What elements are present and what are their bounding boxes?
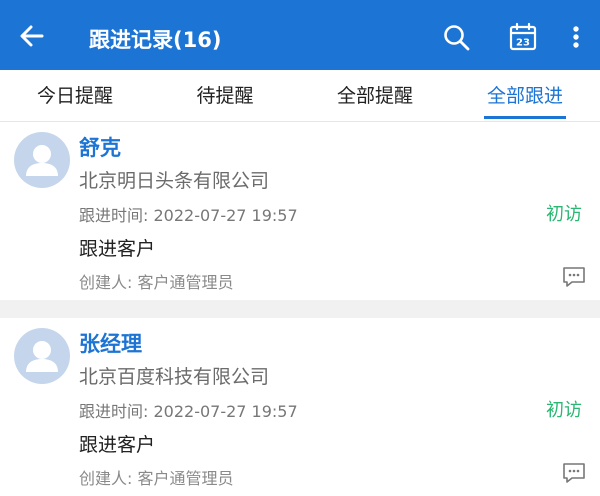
back-arrow-icon[interactable] — [18, 22, 46, 50]
creator-label: 创建人: 客户通管理员 — [79, 273, 234, 292]
followup-content: 跟进客户 — [79, 238, 156, 260]
tab-all-followups[interactable]: 全部跟进 — [450, 70, 600, 121]
calendar-day: 23 — [516, 38, 530, 49]
more-vertical-icon[interactable] — [566, 22, 586, 52]
avatar — [14, 328, 70, 384]
stage-tag: 初访 — [546, 204, 582, 225]
calendar-icon[interactable]: 23 — [508, 22, 538, 52]
followup-record-card[interactable]: 舒克 北京明日头条有限公司 跟进时间: 2022-07-27 19:57 初访 … — [0, 122, 600, 300]
followup-time: 跟进时间: 2022-07-27 19:57 — [79, 206, 298, 225]
comment-icon[interactable] — [562, 266, 586, 288]
creator-label: 创建人: 客户通管理员 — [79, 469, 234, 488]
page-title: 跟进记录(16) — [89, 28, 222, 52]
avatar — [14, 132, 70, 188]
person-icon — [26, 145, 58, 176]
tab-pending-reminders[interactable]: 待提醒 — [150, 70, 300, 121]
tab-all-reminders[interactable]: 全部提醒 — [300, 70, 450, 121]
search-icon[interactable] — [441, 22, 471, 52]
contact-name[interactable]: 张经理 — [79, 328, 142, 358]
company-name: 北京百度科技有限公司 — [79, 366, 270, 388]
stage-tag: 初访 — [546, 400, 582, 421]
company-name: 北京明日头条有限公司 — [79, 170, 270, 192]
comment-icon[interactable] — [562, 462, 586, 484]
contact-name[interactable]: 舒克 — [79, 132, 121, 162]
person-icon — [26, 341, 58, 372]
followup-content: 跟进客户 — [79, 434, 156, 456]
tab-today-reminders[interactable]: 今日提醒 — [0, 70, 150, 121]
tab-bar: 今日提醒 待提醒 全部提醒 全部跟进 — [0, 70, 600, 122]
app-bar: 跟进记录(16) 23 — [0, 0, 600, 70]
followup-time: 跟进时间: 2022-07-27 19:57 — [79, 402, 298, 421]
followup-record-card[interactable]: 张经理 北京百度科技有限公司 跟进时间: 2022-07-27 19:57 初访… — [0, 318, 600, 496]
